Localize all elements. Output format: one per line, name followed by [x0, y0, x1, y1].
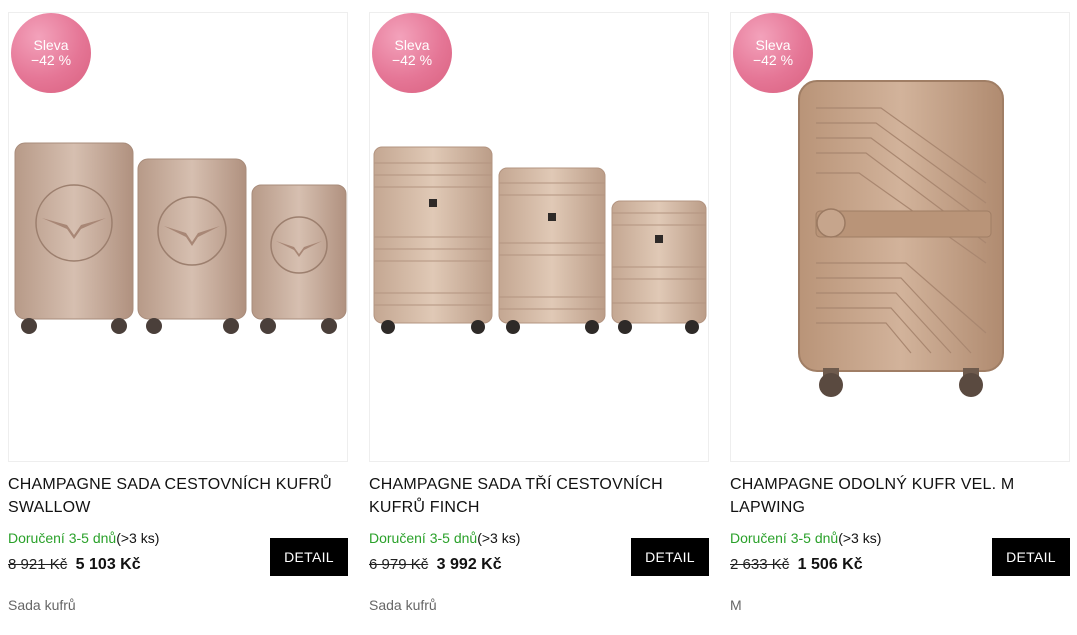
delivery-label: Doručení 3-5 dnů: [369, 530, 478, 546]
stock-count: (>3 ks): [116, 530, 160, 546]
product-title[interactable]: CHAMPAGNE SADA TŘÍ CESTOVNÍCH KUFRŮ FINC…: [369, 473, 699, 519]
product-card: Sleva −42 %: [369, 12, 709, 622]
stock-count: (>3 ks): [838, 530, 882, 546]
product-category: M: [730, 597, 742, 613]
badge-percent: −42 %: [30, 52, 72, 68]
product-title[interactable]: CHAMPAGNE ODOLNÝ KUFR VEL. M LAPWING: [730, 473, 1060, 519]
old-price: 8 921 Kč: [8, 556, 68, 573]
price-block: 2 633 Kč 1 506 Kč: [730, 555, 863, 575]
price-block: 6 979 Kč 3 992 Kč: [369, 555, 502, 575]
badge-percent: −42 %: [391, 52, 433, 68]
product-image[interactable]: Sleva −42 %: [369, 12, 709, 462]
new-price: 5 103 Kč: [75, 556, 141, 573]
discount-badge: Sleva −42 %: [372, 13, 452, 93]
badge-label: Sleva: [394, 37, 430, 53]
discount-badge: Sleva −42 %: [733, 13, 813, 93]
discount-badge: Sleva −42 %: [11, 13, 91, 93]
detail-button[interactable]: DETAIL: [270, 538, 348, 576]
product-image[interactable]: Sleva −42 %: [8, 12, 348, 462]
delivery-info: Doručení 3-5 dnů(>3 ks): [369, 529, 520, 547]
product-grid: Sleva −42 % CHAMPAGNE SADA CESTOVNÍCH KU…: [0, 0, 1077, 635]
delivery-label: Doručení 3-5 dnů: [8, 530, 117, 546]
new-price: 3 992 Kč: [436, 556, 502, 573]
badge-label: Sleva: [755, 37, 791, 53]
product-card: Sleva −42 %: [730, 12, 1070, 622]
product-category: Sada kufrů: [369, 597, 437, 613]
product-image[interactable]: Sleva −42 %: [730, 12, 1070, 462]
detail-button[interactable]: DETAIL: [631, 538, 709, 576]
stock-count: (>3 ks): [477, 530, 521, 546]
badge-percent: −42 %: [752, 52, 794, 68]
delivery-info: Doručení 3-5 dnů(>3 ks): [730, 529, 881, 547]
old-price: 6 979 Kč: [369, 556, 429, 573]
new-price: 1 506 Kč: [797, 556, 863, 573]
delivery-info: Doručení 3-5 dnů(>3 ks): [8, 529, 159, 547]
badge-label: Sleva: [33, 37, 69, 53]
detail-button[interactable]: DETAIL: [992, 538, 1070, 576]
product-title[interactable]: CHAMPAGNE SADA CESTOVNÍCH KUFRŮ SWALLOW: [8, 473, 338, 519]
old-price: 2 633 Kč: [730, 556, 790, 573]
product-card: Sleva −42 %: [8, 12, 348, 622]
product-category: Sada kufrů: [8, 597, 76, 613]
delivery-label: Doručení 3-5 dnů: [730, 530, 839, 546]
price-block: 8 921 Kč 5 103 Kč: [8, 555, 141, 575]
